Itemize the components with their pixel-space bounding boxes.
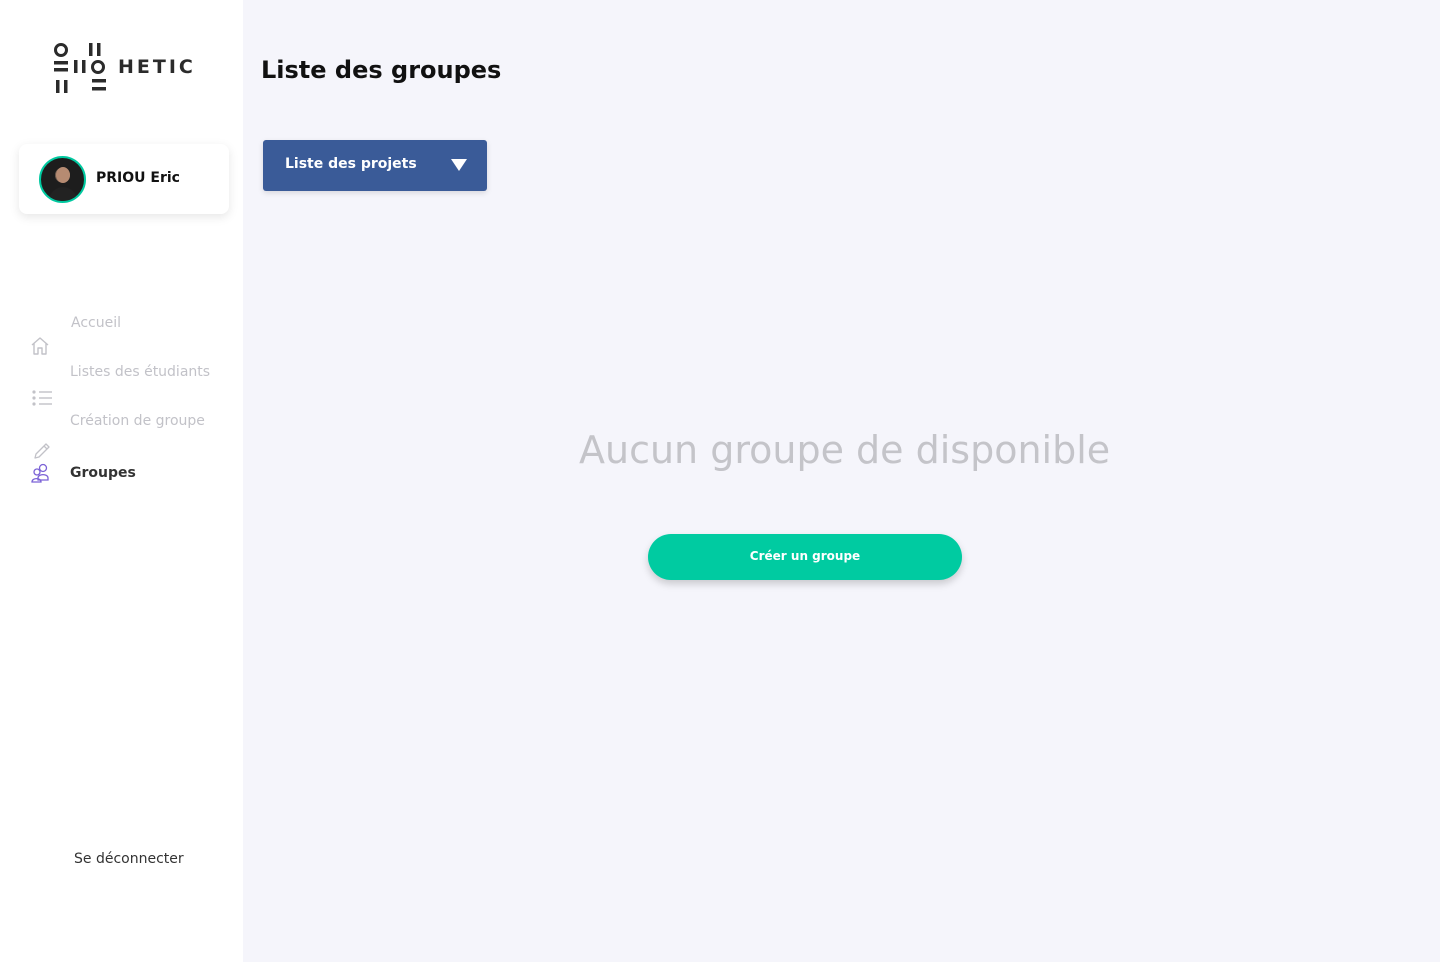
project-select[interactable]: Liste des projets xyxy=(263,140,487,191)
chevron-down-icon xyxy=(451,159,467,171)
hetic-logo-mark xyxy=(54,43,106,93)
users-icon xyxy=(31,463,49,483)
sidebar-item-accueil[interactable]: Accueil xyxy=(71,315,121,331)
logout-link[interactable]: Se déconnecter xyxy=(74,851,184,867)
sidebar-item-groupes[interactable]: Groupes xyxy=(70,465,136,481)
pencil-icon xyxy=(34,443,50,459)
profile-name: PRIOU Eric xyxy=(96,170,180,186)
empty-state-message: Aucun groupe de disponible xyxy=(579,428,1111,472)
profile-card[interactable]: PRIOU Eric xyxy=(19,144,229,214)
sidebar-item-creation-groupe[interactable]: Création de groupe xyxy=(70,413,205,429)
hetic-logo[interactable]: HETIC xyxy=(52,42,202,96)
page-title: Liste des groupes xyxy=(261,56,502,84)
list-icon xyxy=(32,390,52,406)
create-group-button[interactable]: Créer un groupe xyxy=(648,534,962,580)
project-select-value: Liste des projets xyxy=(285,156,417,172)
home-icon xyxy=(31,337,49,355)
avatar xyxy=(39,156,86,203)
sidebar-item-etudiants[interactable]: Listes des étudiants xyxy=(70,364,210,380)
sidebar: HETIC PRIOU Eric Accueil Listes des étud… xyxy=(0,0,243,962)
brand-name: HETIC xyxy=(118,56,196,78)
